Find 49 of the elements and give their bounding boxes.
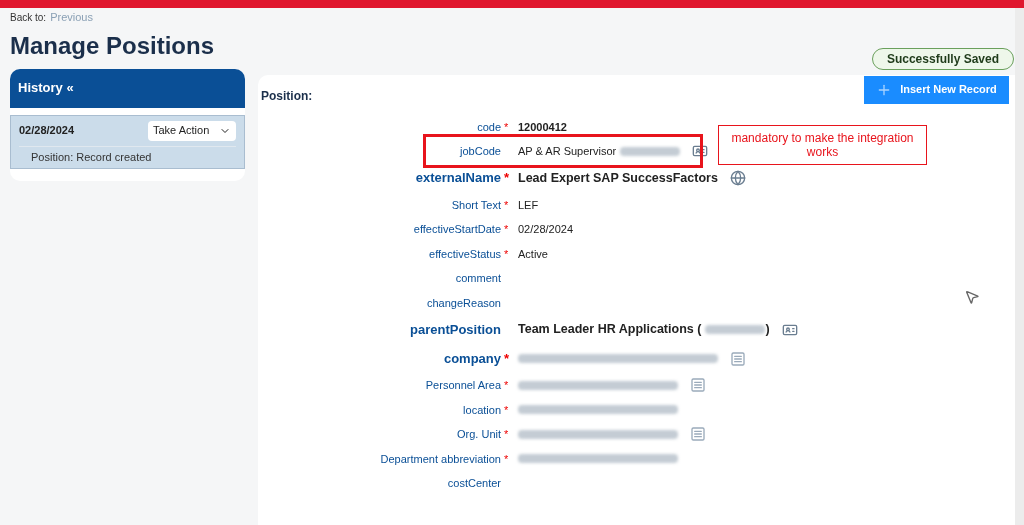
required-asterisk: *: [504, 451, 509, 467]
field-label: parentPosition: [410, 320, 501, 339]
field-label: company: [443, 349, 501, 368]
field-value: Team Leader HR Applications (: [518, 321, 702, 339]
required-asterisk: *: [504, 349, 510, 368]
field-label: comment: [455, 271, 501, 286]
field-value: AP & AR Supervisor: [518, 144, 617, 159]
field-label: externalName: [415, 169, 501, 188]
field-label: costCenter: [447, 476, 501, 491]
list-icon[interactable]: [730, 350, 746, 367]
required-asterisk: *: [504, 222, 509, 237]
record-note: Position: Record created: [31, 149, 152, 165]
history-header[interactable]: History «: [10, 68, 245, 108]
field-value: ): [765, 321, 770, 339]
field-value: 02/28/2024: [518, 222, 574, 237]
required-asterisk: *: [504, 246, 509, 262]
list-icon[interactable]: [690, 377, 706, 394]
field-label: Personnel Area: [425, 378, 501, 393]
history-title: History «: [18, 79, 74, 98]
field-label: jobCode: [460, 144, 501, 159]
required-asterisk: *: [504, 427, 509, 442]
field-label: Department abbreviation: [380, 451, 501, 467]
globe-icon[interactable]: [729, 170, 746, 186]
success-badge: Successfully Saved: [871, 47, 1014, 70]
field-label: Org. Unit: [457, 427, 501, 442]
required-asterisk: *: [504, 402, 509, 418]
field-label: location: [463, 402, 501, 418]
field-value: Active: [518, 246, 548, 262]
field-label: code: [477, 119, 501, 135]
field-label: Short Text: [451, 197, 501, 213]
required-asterisk: *: [504, 169, 510, 188]
annotation-note: mandatory to make the integration works: [718, 124, 927, 165]
section-title: Position:: [261, 87, 313, 105]
page-title: Manage Positions: [10, 30, 215, 61]
field-label: changeReason: [427, 295, 501, 311]
required-asterisk: *: [504, 197, 509, 213]
back-label: Back to:: [10, 11, 47, 25]
field-value: Lead Expert SAP SuccessFactors: [518, 169, 718, 187]
field-value: LEF: [518, 197, 539, 213]
required-asterisk: *: [504, 378, 509, 393]
field-value: 12000412: [518, 119, 567, 135]
take-action-dropdown[interactable]: Take Action: [148, 120, 236, 141]
required-asterisk: *: [504, 119, 509, 135]
record-date: 02/28/2024: [19, 123, 75, 139]
history-record[interactable]: 02/28/2024 Take Action Position: Record created: [10, 114, 245, 169]
field-label: effectiveStatus: [429, 246, 501, 262]
field-label: effectiveStartDate: [413, 222, 501, 237]
mouse-cursor-icon: [964, 288, 980, 305]
list-icon[interactable]: [690, 426, 706, 443]
